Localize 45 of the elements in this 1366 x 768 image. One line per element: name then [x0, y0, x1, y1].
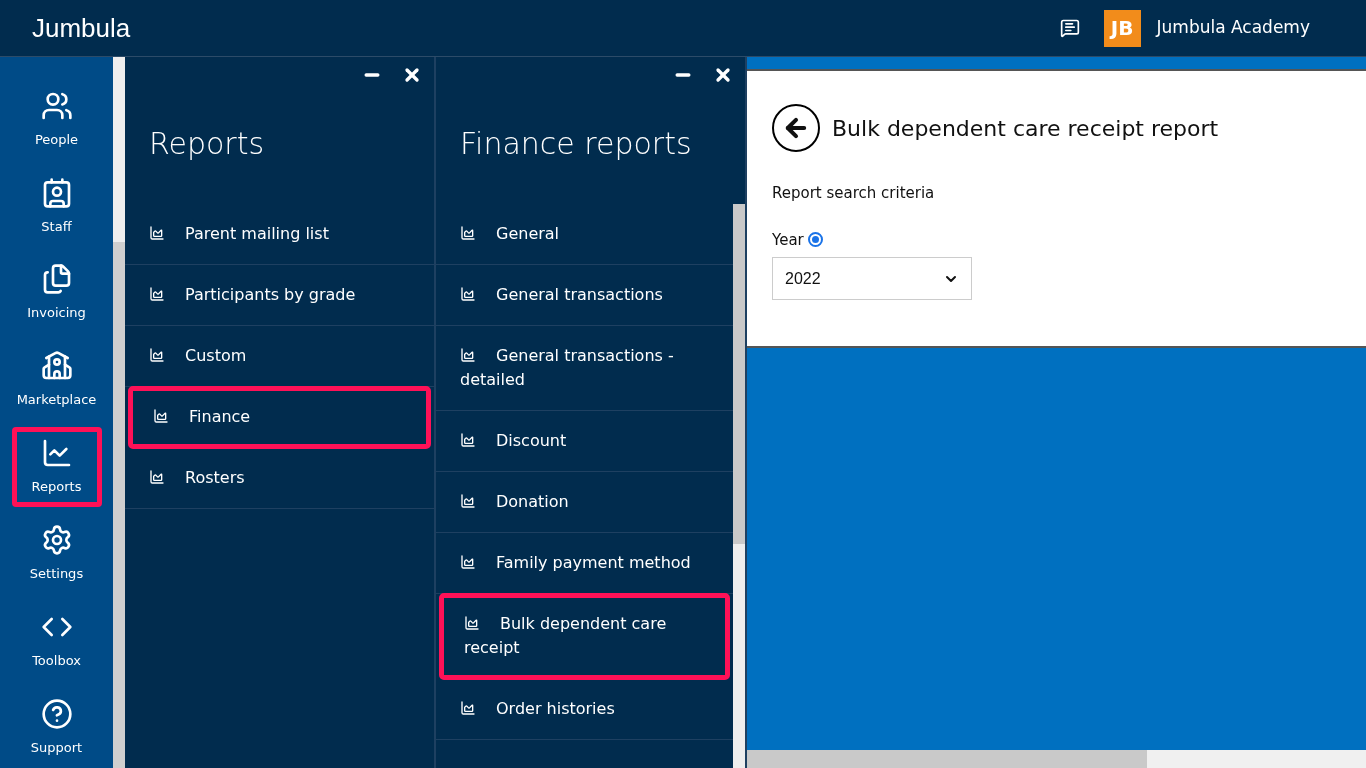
brand-name: Jumbula [32, 11, 131, 45]
scrollbar[interactable] [733, 204, 745, 768]
nav-item[interactable]: People [11, 79, 102, 160]
chart-icon [149, 468, 165, 485]
chart-icon [460, 224, 476, 241]
scrollbar[interactable] [113, 57, 125, 768]
report-item[interactable]: Parent mailing list [125, 204, 434, 265]
chart-icon [460, 285, 476, 302]
nav-item[interactable]: Reports [11, 426, 102, 508]
report-item[interactable]: Rosters [125, 448, 434, 509]
report-item[interactable]: Custom [125, 326, 434, 387]
academy-logo: JB [1103, 9, 1141, 47]
nav-icon [40, 697, 73, 730]
back-button[interactable] [772, 104, 820, 152]
nav-item[interactable]: Toolbox [11, 600, 102, 682]
year-select[interactable]: 2022 [772, 257, 972, 300]
panel-title: Finance reports [459, 125, 693, 163]
nav-item[interactable]: Staff [11, 165, 102, 247]
chart-icon [153, 407, 169, 424]
section-label: Report search criteria [772, 183, 936, 204]
report-title: Bulk dependent care receipt report [832, 114, 1219, 143]
close-icon[interactable] [402, 65, 422, 85]
scrollbar[interactable] [747, 750, 1147, 768]
chat-icon[interactable] [1059, 18, 1080, 38]
chart-icon [460, 699, 476, 716]
nav-item[interactable]: Marketplace [11, 339, 102, 421]
report-item[interactable]: Bulk dependent care receipt [440, 594, 729, 679]
close-icon[interactable] [713, 65, 733, 85]
chart-icon [149, 285, 165, 302]
chart-icon [460, 553, 476, 570]
chart-icon [460, 492, 476, 509]
chart-icon [464, 614, 480, 631]
report-item[interactable]: Finance [129, 387, 430, 448]
account-name[interactable]: Jumbula Academy [1156, 15, 1310, 41]
chart-icon [149, 224, 165, 241]
panel-title: Reports [148, 125, 266, 163]
chart-icon [149, 346, 165, 363]
chart-icon [460, 431, 476, 448]
nav-item[interactable]: Support [11, 687, 102, 768]
nav-item[interactable]: Settings [11, 513, 102, 595]
year-radio[interactable] [807, 232, 823, 248]
nav-item[interactable]: Invoicing [11, 252, 102, 334]
report-item[interactable]: Participants by grade [125, 265, 434, 326]
year-label: Year [772, 229, 804, 251]
chart-icon [460, 346, 476, 363]
